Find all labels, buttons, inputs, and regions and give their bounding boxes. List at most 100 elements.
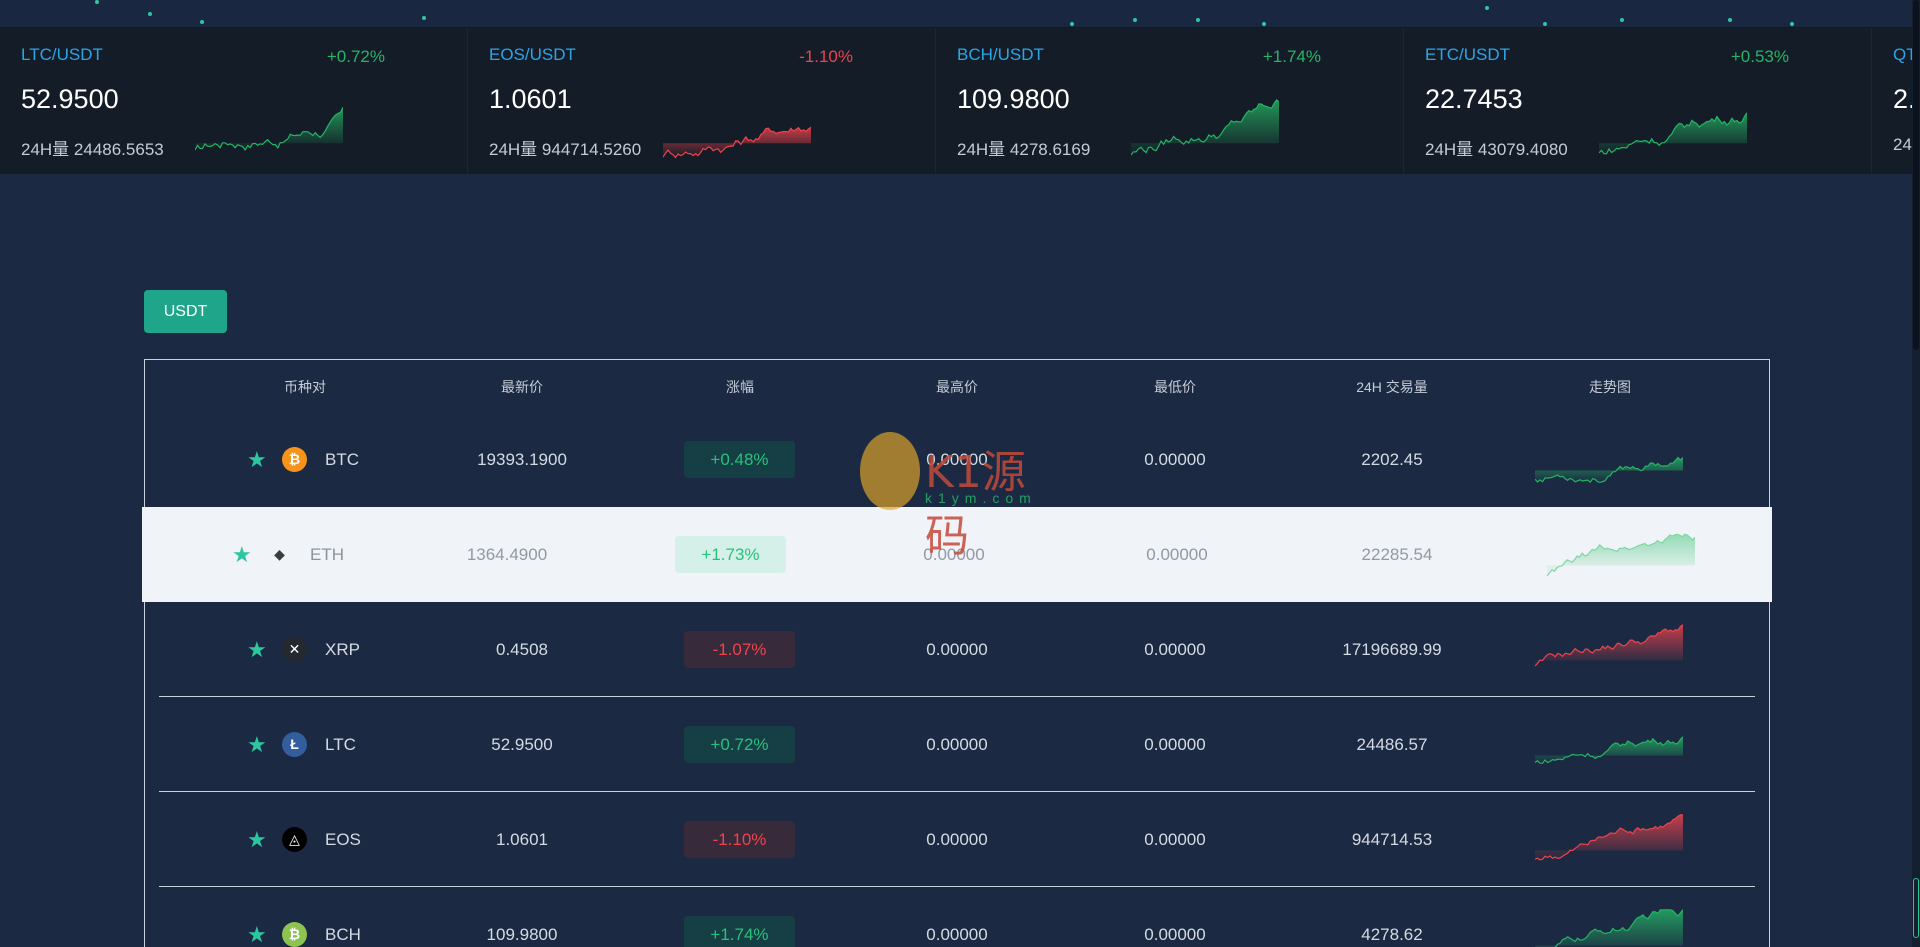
decorative-dot bbox=[1790, 22, 1794, 26]
ticker-pair: ETC/USDT bbox=[1425, 45, 1510, 64]
ticker-volume: 24H量 944714.5260 bbox=[489, 140, 642, 159]
change-badge: -1.10% bbox=[684, 821, 795, 858]
ticker-sparkline bbox=[1599, 112, 1747, 155]
ripple-icon: ✕ bbox=[282, 637, 307, 662]
ticker-price: 1.0601 bbox=[489, 84, 572, 114]
decorative-dot bbox=[1485, 6, 1489, 10]
decorative-dot bbox=[1196, 18, 1200, 22]
ticker-change: +0.72% bbox=[326, 47, 385, 66]
24h-volume: 4278.62 bbox=[1361, 925, 1423, 944]
favorite-star-icon[interactable]: ★ bbox=[247, 924, 267, 946]
favorite-star-icon[interactable]: ★ bbox=[247, 639, 267, 661]
bitcoin-icon: ₿ bbox=[282, 447, 307, 472]
eos-icon: ◬ bbox=[282, 827, 307, 852]
decorative-dot bbox=[1070, 22, 1074, 26]
favorite-star-icon[interactable]: ★ bbox=[232, 544, 252, 566]
ticker-volume: 24H量 4278.6169 bbox=[957, 140, 1091, 159]
ticker-card[interactable]: ETC/USDT +0.53% 22.7453 24H量 43079.4080 bbox=[1404, 28, 1872, 174]
decorative-dot bbox=[1262, 22, 1266, 26]
coin-symbol: BCH bbox=[325, 925, 361, 944]
24h-volume: 22285.54 bbox=[1361, 545, 1433, 564]
page-scrollbar[interactable] bbox=[1912, 0, 1920, 947]
change-badge: -1.07% bbox=[684, 631, 795, 668]
watermark-logo-icon bbox=[860, 432, 920, 510]
row-sparkline bbox=[1535, 624, 1683, 667]
latest-price: 52.9500 bbox=[491, 735, 553, 754]
change-badge: +0.48% bbox=[684, 441, 795, 478]
ticker-pair: LTC/USDT bbox=[21, 45, 103, 64]
column-header: 币种对 bbox=[284, 379, 326, 395]
favorite-star-icon[interactable]: ★ bbox=[247, 449, 267, 471]
decorative-dot bbox=[200, 20, 204, 24]
row-sparkline bbox=[1547, 533, 1695, 577]
low-price: 0.00000 bbox=[1144, 450, 1206, 469]
row-sparkline bbox=[1535, 456, 1683, 484]
column-header: 涨幅 bbox=[726, 379, 754, 395]
change-badge: +1.73% bbox=[675, 536, 786, 573]
latest-price: 1364.4900 bbox=[466, 545, 548, 564]
column-header: 最低价 bbox=[1154, 379, 1196, 395]
sparkline-area bbox=[195, 107, 343, 151]
scrollbar-grip[interactable] bbox=[1913, 878, 1919, 938]
ticker-volume: 24H量 24486.5653 bbox=[21, 140, 164, 159]
sparkline-area bbox=[1535, 909, 1683, 947]
high-price: 0.00000 bbox=[926, 925, 988, 944]
ticker-pair: EOS/USDT bbox=[489, 45, 576, 64]
ticker-volume: 24H量 43079.4080 bbox=[1425, 140, 1568, 159]
column-header: 24H 交易量 bbox=[1356, 379, 1428, 395]
coin-symbol: BTC bbox=[325, 450, 359, 469]
24h-volume: 24486.57 bbox=[1356, 735, 1428, 754]
latest-price: 0.4508 bbox=[496, 640, 548, 659]
ticker-change: +0.53% bbox=[1730, 47, 1789, 66]
ticker-price: 22.7453 bbox=[1425, 84, 1523, 114]
coin-symbol: XRP bbox=[325, 640, 360, 659]
row-sparkline bbox=[1535, 909, 1683, 947]
ticker-pair: BCH/USDT bbox=[957, 45, 1044, 64]
latest-price: 1.0601 bbox=[496, 830, 548, 849]
decorative-dot bbox=[422, 16, 426, 20]
ticker-sparkline bbox=[195, 106, 343, 151]
ticker-price: 109.9800 bbox=[957, 84, 1070, 114]
low-price: 0.00000 bbox=[1144, 830, 1206, 849]
low-price: 0.00000 bbox=[1144, 640, 1206, 659]
favorite-star-icon[interactable]: ★ bbox=[247, 829, 267, 851]
coin-symbol: LTC bbox=[325, 735, 356, 754]
row-sparkline bbox=[1535, 736, 1683, 764]
ticker-card[interactable]: BCH/USDT +1.74% 109.9800 24H量 4278.6169 bbox=[936, 28, 1404, 174]
24h-volume: 2202.45 bbox=[1361, 450, 1423, 469]
ticker-card[interactable]: LTC/USDT +0.72% 52.9500 24H量 24486.5653 bbox=[0, 28, 468, 174]
table-row[interactable]: ★ ₿ BCH 109.9800 0.00000 0.00000 4278.62 +1.74% bbox=[145, 887, 1769, 947]
low-price: 0.00000 bbox=[1144, 925, 1206, 944]
high-price: 0.00000 bbox=[926, 640, 988, 659]
coin-symbol: EOS bbox=[325, 830, 361, 849]
decorative-dot bbox=[148, 12, 152, 16]
ticker-card[interactable]: EOS/USDT -1.10% 1.0601 24H量 944714.5260 bbox=[468, 28, 936, 174]
decorative-dot bbox=[95, 0, 99, 4]
latest-price: 109.9800 bbox=[486, 925, 558, 944]
row-sparkline bbox=[1535, 814, 1683, 861]
table-header: 币种对 最新价 涨幅 最高价 最低价 24H 交易量 走势图 bbox=[145, 360, 1769, 412]
decorative-dot bbox=[1133, 18, 1137, 22]
high-price: 0.00000 bbox=[926, 830, 988, 849]
table-row[interactable]: ★ ✕ XRP 0.4508 0.00000 0.00000 17196689.99 -1.0… bbox=[145, 602, 1769, 697]
favorite-star-icon[interactable]: ★ bbox=[247, 734, 267, 756]
ticker-change: +1.74% bbox=[1262, 47, 1321, 66]
tab-usdt[interactable]: USDT bbox=[144, 290, 227, 333]
column-header: 最高价 bbox=[936, 379, 978, 395]
table-row[interactable]: ★ ◬ EOS 1.0601 0.00000 0.00000 944714.53 -1.10% bbox=[145, 792, 1769, 887]
ethereum-icon: ◆ bbox=[267, 542, 292, 567]
ticker-sparkline bbox=[1131, 99, 1279, 156]
change-badge: +0.72% bbox=[684, 726, 795, 763]
bitcoin-cash-icon: ₿ bbox=[282, 922, 307, 947]
sparkline-area bbox=[1535, 814, 1683, 860]
sparkline-area bbox=[1535, 457, 1683, 483]
column-header: 走势图 bbox=[1589, 379, 1631, 395]
24h-volume: 17196689.99 bbox=[1342, 640, 1442, 659]
scrollbar-thumb[interactable] bbox=[1913, 0, 1919, 350]
change-badge: +1.74% bbox=[684, 916, 795, 947]
decorative-dot bbox=[1728, 18, 1732, 22]
ticker-change: -1.10% bbox=[799, 47, 853, 66]
top-bar bbox=[0, 0, 1920, 28]
decorative-dot bbox=[1543, 22, 1547, 26]
table-row[interactable]: ★ Ł LTC 52.9500 0.00000 0.00000 24486.57 +0.72% bbox=[145, 697, 1769, 792]
